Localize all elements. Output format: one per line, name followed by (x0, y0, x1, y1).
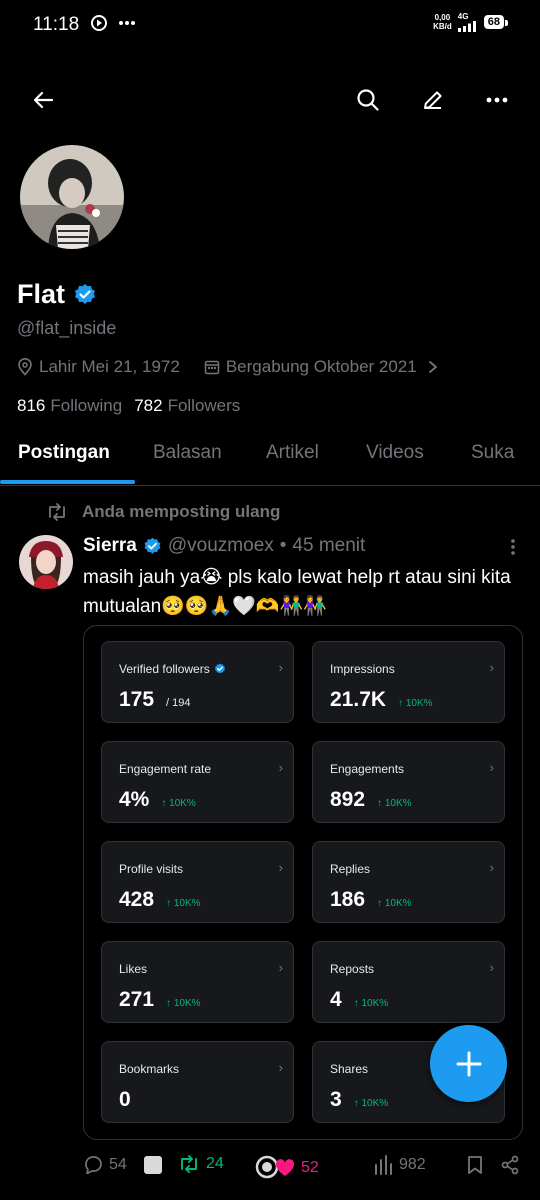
tab-balasan[interactable]: Balasan (153, 442, 222, 464)
repost-icon (181, 1155, 197, 1173)
signal-icon (457, 21, 476, 32)
chevron-right-icon: › (278, 760, 283, 775)
analytics-tile-profile-visits[interactable]: Profile visits › 428 ↑ 10K% (101, 841, 294, 923)
chevron-right-icon: › (489, 960, 494, 975)
repost-icon (49, 503, 65, 521)
status-time: 11:18 (33, 14, 80, 35)
verified-badge-icon (214, 663, 225, 674)
like-count: 52 (301, 1159, 319, 1176)
analytics-tile-verified-followers[interactable]: Verified followers › 175 / 194 (101, 641, 294, 723)
profile-tabs: Postingan Balasan Artikel Videos Suka (0, 432, 540, 486)
repost-button[interactable]: 24 (178, 1155, 224, 1173)
reply-icon (85, 1156, 102, 1174)
chevron-right-icon: › (278, 960, 283, 975)
chevron-right-icon: › (278, 860, 283, 875)
post-timestamp: 45 menit (292, 535, 366, 556)
profile-photo (20, 145, 124, 249)
more-notifications-icon (119, 21, 135, 25)
bookmark-square-button[interactable] (143, 1155, 163, 1175)
reply-button[interactable]: 54 (83, 1155, 127, 1174)
plus-icon (456, 1051, 481, 1076)
repost-count: 24 (206, 1155, 224, 1172)
join-date: Bergabung Oktober 2021 (225, 357, 417, 376)
chevron-right-icon: › (489, 660, 494, 675)
edit-profile-button[interactable] (413, 80, 453, 120)
network-type: 4G (457, 12, 469, 21)
calendar-icon (204, 360, 220, 375)
following-link[interactable]: 816 Following (17, 396, 122, 416)
views-count: 982 (399, 1156, 426, 1173)
post-text: masih jauh ya😭 pls kalo lewat help rt at… (83, 567, 511, 617)
stop-square-icon (144, 1156, 162, 1174)
birth-date: Lahir Mei 21, 1972 (39, 357, 180, 376)
back-arrow-icon (33, 91, 54, 109)
status-bar: 11:18 0,00 KB/d 4G 68 (0, 0, 540, 50)
profile-name: Flat (17, 279, 97, 310)
top-bar (0, 78, 540, 122)
net-speed: 0,00 KB/d (433, 13, 452, 31)
bookmark-button[interactable] (467, 1155, 483, 1175)
tab-suka[interactable]: Suka (471, 442, 514, 464)
tab-postingan[interactable]: Postingan (18, 442, 110, 464)
chevron-right-icon: › (278, 1060, 283, 1075)
post-actions-bar: 54 24 52 982 (0, 1155, 540, 1185)
followers-link[interactable]: 782 Followers (134, 396, 240, 416)
chevron-right-icon: › (489, 760, 494, 775)
analytics-tile-engagement-rate[interactable]: Engagement rate › 4% ↑ 10K% (101, 741, 294, 823)
author-photo (19, 535, 73, 589)
post-author-avatar[interactable] (19, 535, 73, 589)
analytics-tile-replies[interactable]: Replies › 186 ↑ 10K% (312, 841, 505, 923)
reply-count: 54 (109, 1155, 127, 1173)
profile-avatar[interactable] (17, 142, 127, 252)
post-more-button[interactable] (510, 538, 516, 561)
post-author-handle[interactable]: @vouzmoex (168, 535, 274, 557)
compose-post-button[interactable] (430, 1025, 507, 1102)
views-button[interactable]: 982 (373, 1155, 426, 1175)
back-button[interactable] (23, 80, 63, 120)
search-button[interactable] (348, 80, 388, 120)
share-icon (501, 1155, 519, 1175)
analytics-tile-bookmarks[interactable]: Bookmarks › 0 (101, 1041, 294, 1123)
chevron-right-icon: › (489, 860, 494, 875)
active-tab-indicator (0, 480, 135, 484)
location-pin-icon (18, 358, 32, 376)
follow-stats: 816 Following 782 Followers (17, 396, 240, 416)
analytics-tile-impressions[interactable]: Impressions › 21.7K ↑ 10K% (312, 641, 505, 723)
tab-videos[interactable]: Videos (366, 442, 424, 464)
post-separator: • (279, 535, 287, 556)
analytics-tile-engagements[interactable]: Engagements › 892 ↑ 10K% (312, 741, 505, 823)
analytics-tile-likes[interactable]: Likes › 271 ↑ 10K% (101, 941, 294, 1023)
like-button[interactable]: 52 (255, 1155, 319, 1181)
share-button[interactable] (500, 1155, 520, 1175)
chevron-right-icon: › (278, 660, 283, 675)
battery-indicator: 68 (483, 15, 509, 29)
chevron-right-icon[interactable] (427, 360, 439, 374)
more-vertical-icon (511, 539, 515, 555)
play-icon (91, 15, 107, 31)
pencil-icon (424, 91, 442, 109)
bookmark-icon (468, 1156, 482, 1174)
profile-handle: @flat_inside (17, 318, 117, 338)
profile-meta: Lahir Mei 21, 1972 Bergabung Oktober 202… (17, 357, 439, 377)
heart-filled-icon (255, 1155, 295, 1179)
post-header: Sierra @vouzmoex • 45 menit (83, 535, 365, 557)
more-horizontal-icon (486, 97, 508, 103)
more-options-button[interactable] (477, 80, 517, 120)
verified-badge-icon (75, 283, 96, 304)
tab-artikel[interactable]: Artikel (266, 442, 319, 464)
verified-badge-icon (144, 537, 161, 554)
analytics-tile-reposts[interactable]: Reposts › 4 ↑ 10K% (312, 941, 505, 1023)
repost-note: Anda memposting ulang (46, 502, 280, 522)
views-chart-icon (375, 1155, 392, 1175)
search-icon (357, 89, 379, 111)
post-author-name[interactable]: Sierra (83, 535, 137, 557)
